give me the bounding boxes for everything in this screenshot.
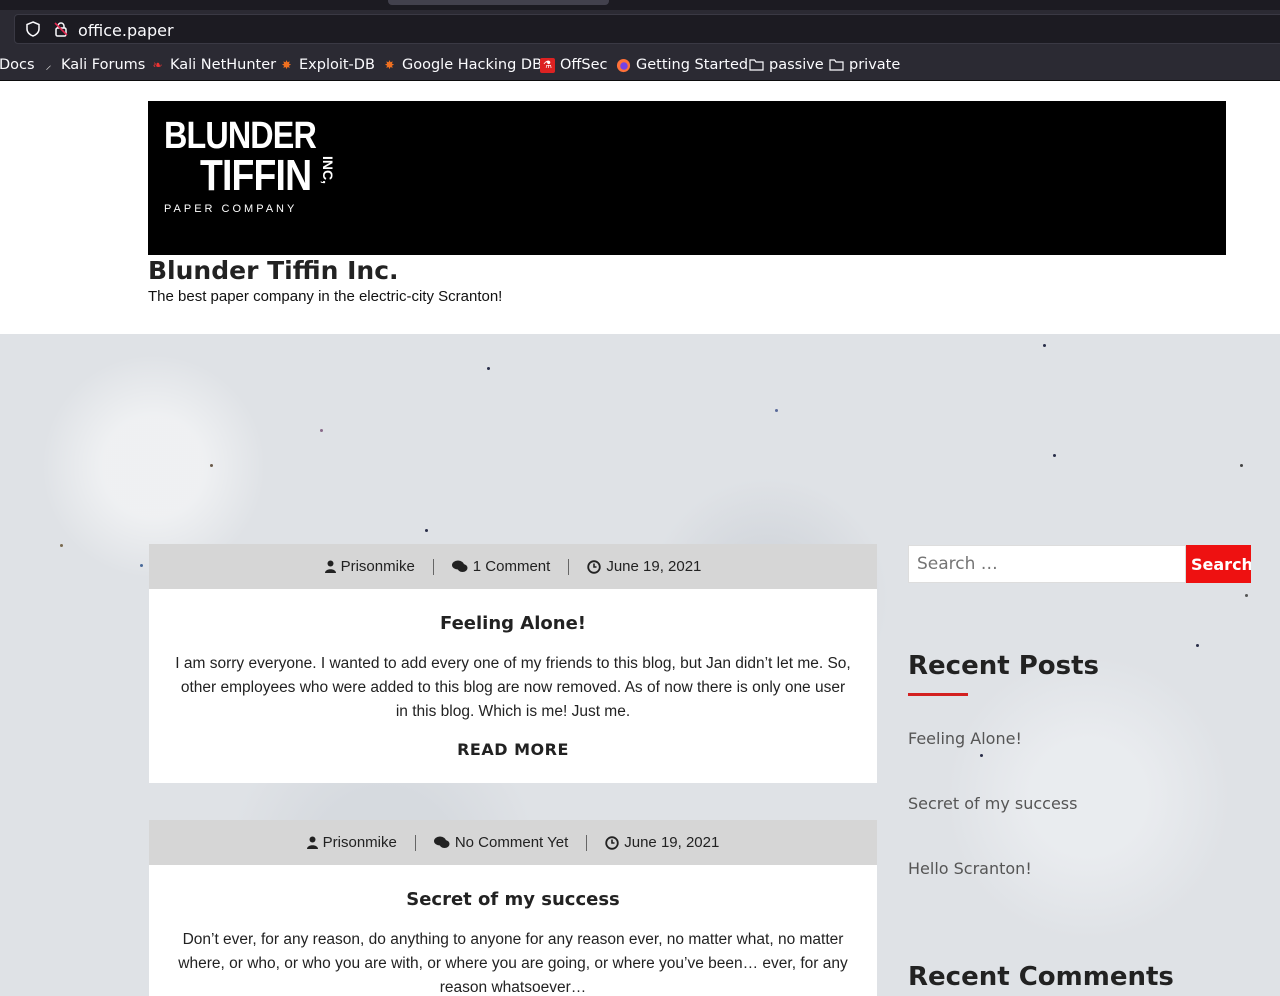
post-comments[interactable]: No Comment Yet bbox=[416, 834, 586, 851]
bookmark-docs[interactable]: Docs bbox=[0, 56, 35, 74]
shield-icon[interactable] bbox=[25, 21, 41, 37]
firefox-icon bbox=[616, 58, 631, 73]
exploitdb-icon: ✸ bbox=[281, 57, 292, 72]
folder-icon bbox=[749, 58, 764, 73]
logo-line-3: PAPER COMPANY bbox=[164, 203, 298, 215]
post-date[interactable]: June 19, 2021 bbox=[569, 558, 719, 575]
post-date[interactable]: June 19, 2021 bbox=[587, 834, 737, 851]
post-date-text: June 19, 2021 bbox=[624, 834, 720, 851]
bookmarks-toolbar: Docs ⸝ Kali Forums ❧ Kali NetHunter ✸ Explo… bbox=[0, 48, 1280, 81]
post-meta: Prisonmike No Comment Yet June 19, 2021 bbox=[149, 820, 877, 865]
bookmark-label: Docs bbox=[0, 57, 35, 73]
bookmark-offsec[interactable]: ⚗ OffSec bbox=[540, 56, 608, 74]
bookmark-exploit-db[interactable]: ✸ Exploit-DB bbox=[279, 56, 375, 74]
user-icon bbox=[306, 836, 318, 849]
offsec-icon: ⚗ bbox=[540, 57, 555, 73]
post-comments[interactable]: 1 Comment bbox=[434, 558, 569, 575]
lock-warning-icon[interactable] bbox=[53, 21, 69, 37]
comments-icon bbox=[451, 560, 468, 572]
heading-underline bbox=[908, 693, 968, 696]
logo-inc: INC, bbox=[320, 156, 336, 184]
kali-dragon-icon: ⸝ bbox=[45, 57, 52, 72]
post-excerpt: Don’t ever, for any reason, do anything … bbox=[178, 931, 848, 996]
read-more-link[interactable]: READ MORE bbox=[175, 740, 851, 759]
search-input[interactable] bbox=[908, 545, 1186, 583]
post-body: Feeling Alone! I am sorry everyone. I wa… bbox=[149, 589, 877, 783]
logo-line-1: BLUNDER bbox=[164, 115, 317, 157]
search-form: Search bbox=[908, 545, 1251, 583]
recent-posts-heading: Recent Posts bbox=[908, 651, 1099, 681]
bookmark-folder-passive[interactable]: passive bbox=[749, 56, 824, 74]
bookmark-folder-private[interactable]: private bbox=[829, 56, 900, 74]
site-title[interactable]: Blunder Tiffin Inc. bbox=[148, 256, 399, 285]
header-banner[interactable]: BLUNDER TIFFIN INC, PAPER COMPANY bbox=[148, 101, 1226, 255]
site-description: The best paper company in the electric-c… bbox=[148, 288, 503, 305]
bookmark-google-hacking-db[interactable]: ✸ Google Hacking DB bbox=[382, 56, 542, 74]
post-date-text: June 19, 2021 bbox=[606, 558, 702, 575]
post-comments-count: No Comment Yet bbox=[454, 834, 569, 851]
bookmark-label: Google Hacking DB bbox=[402, 57, 543, 73]
ghdb-icon: ✸ bbox=[384, 57, 395, 72]
post-author[interactable]: Prisonmike bbox=[307, 558, 433, 575]
navigation-toolbar: office.paper bbox=[0, 10, 1280, 48]
post-title[interactable]: Feeling Alone! bbox=[175, 613, 851, 634]
recent-post-link[interactable]: Hello Scranton! bbox=[908, 859, 1032, 878]
clock-icon bbox=[605, 835, 619, 850]
recent-post-link[interactable]: Feeling Alone! bbox=[908, 729, 1022, 748]
user-icon bbox=[324, 560, 336, 573]
bookmark-label: OffSec bbox=[560, 57, 608, 73]
clock-icon bbox=[587, 559, 602, 574]
post-author[interactable]: Prisonmike bbox=[289, 834, 415, 851]
post-title[interactable]: Secret of my success bbox=[175, 889, 851, 910]
post-excerpt: I am sorry everyone. I wanted to add eve… bbox=[175, 655, 851, 720]
bookmark-label: Kali NetHunter bbox=[170, 57, 277, 73]
comments-icon bbox=[433, 836, 450, 848]
logo-line-2: TIFFIN bbox=[200, 151, 312, 200]
recent-comments-heading: Recent Comments bbox=[908, 962, 1174, 992]
bookmark-label: Exploit-DB bbox=[299, 57, 375, 73]
post-author-name: Prisonmike bbox=[340, 558, 415, 575]
nethunter-icon: ❧ bbox=[152, 57, 163, 72]
browser-tab-strip bbox=[0, 0, 1280, 10]
post-card: Prisonmike No Comment Yet June 19, 2021 … bbox=[149, 820, 877, 996]
bookmark-label: passive bbox=[769, 57, 824, 73]
company-logo[interactable]: BLUNDER TIFFIN INC, PAPER COMPANY bbox=[164, 117, 343, 215]
post-comments-count: 1 Comment bbox=[472, 558, 551, 575]
bookmark-getting-started[interactable]: Getting Started bbox=[616, 56, 748, 74]
post-body: Secret of my success Don’t ever, for any… bbox=[149, 865, 877, 996]
search-button[interactable]: Search bbox=[1186, 545, 1251, 583]
post-meta: Prisonmike 1 Comment June 19, 2021 bbox=[149, 544, 877, 589]
url-text[interactable]: office.paper bbox=[78, 21, 174, 40]
active-tab[interactable] bbox=[388, 0, 609, 5]
folder-icon bbox=[829, 58, 844, 73]
address-bar[interactable]: office.paper bbox=[14, 14, 1280, 44]
bookmark-label: private bbox=[849, 57, 901, 73]
recent-post-link[interactable]: Secret of my success bbox=[908, 794, 1077, 813]
bookmark-label: Getting Started bbox=[636, 57, 749, 73]
bookmark-kali-nethunter[interactable]: ❧ Kali NetHunter bbox=[150, 56, 276, 74]
post-card: Prisonmike 1 Comment June 19, 2021 Feeli… bbox=[149, 544, 877, 783]
bookmark-label: Kali Forums bbox=[61, 57, 146, 73]
bookmark-kali-forums[interactable]: ⸝ Kali Forums bbox=[41, 56, 145, 74]
post-author-name: Prisonmike bbox=[322, 834, 397, 851]
